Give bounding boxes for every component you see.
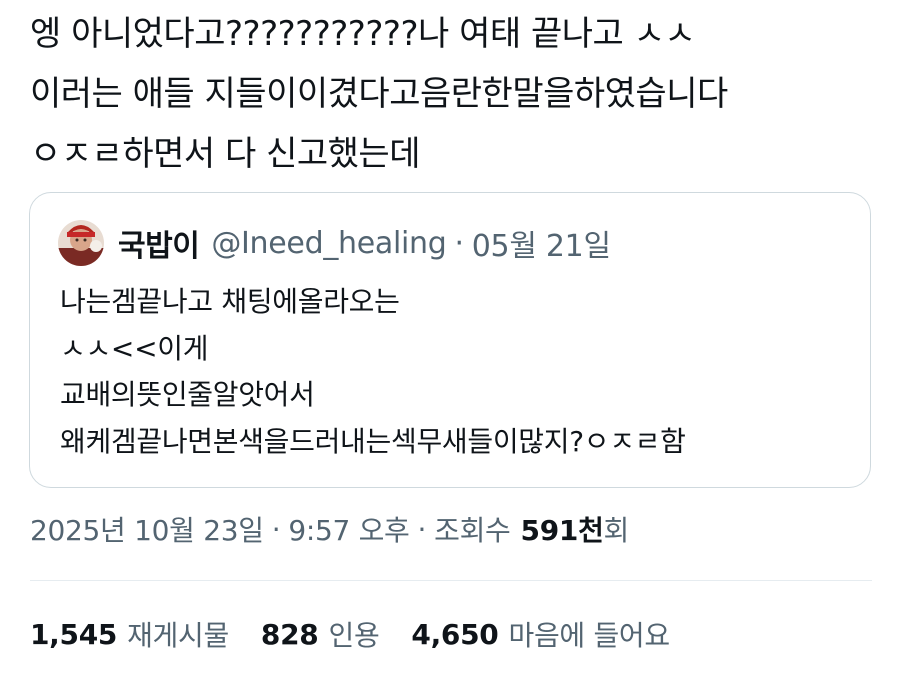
views-label: 조회수 — [434, 514, 511, 547]
avatar[interactable] — [58, 220, 104, 266]
tweet-text: 엥 아니었다고???????????나 여태 끝나고 ㅅㅅ 이러는 애들 지들이… — [30, 4, 880, 184]
divider — [30, 580, 872, 581]
views-count: 591천 — [520, 514, 604, 547]
quoted-tweet-card[interactable]: 국밥이 @Ineed_healing · 05월 21일 나는겜끝나고 채팅에올… — [29, 192, 871, 488]
likes-count: 4,650 — [411, 617, 499, 651]
tweet-text-line: 엥 아니었다고???????????나 여태 끝나고 ㅅㅅ — [30, 14, 696, 54]
quotes-count: 828 — [260, 617, 319, 651]
reposts-count: 1,545 — [30, 617, 118, 651]
quoted-tweet-line: 교배의뜻인줄알앗어서 — [60, 378, 315, 411]
tweet-time[interactable]: 9:57 오후 — [288, 509, 410, 549]
tweet-date[interactable]: 2025년 10월 23일 — [30, 509, 264, 549]
quoted-tweet-line: 나는겜끝나고 채팅에올라오는 — [60, 285, 400, 318]
likes-label: 마음에 들어요 — [508, 619, 670, 652]
reposts-stat[interactable]: 1,545 재게시물 — [30, 614, 229, 654]
tweet-meta: 2025년 10월 23일 · 9:57 오후 · 조회수 591천 회 — [30, 507, 629, 551]
separator-dot: · — [271, 512, 281, 546]
quotes-label: 인용 — [328, 619, 380, 652]
tweet-text-line: 이러는 애들 지들이이겼다고음란한말을하였습니다 — [30, 74, 728, 114]
quoted-tweet-line: ㅅㅅ<<이게 — [60, 331, 209, 365]
views-suffix: 회 — [603, 514, 630, 547]
quoted-tweet-date[interactable]: 05월 21일 — [472, 221, 611, 265]
profile-avatar-icon — [58, 220, 104, 266]
reposts-label: 재게시물 — [127, 619, 229, 652]
quoted-tweet-line: 왜케겜끝나면본색을드러내는섹무새들이많지?ㅇㅈㄹ함 — [60, 424, 686, 458]
quoted-tweet-text: 나는겜끝나고 채팅에올라오는 ㅅㅅ<<이게 교배의뜻인줄알앗어서 왜케겜끝나면본… — [60, 279, 860, 465]
quoted-tweet-header: 국밥이 @Ineed_healing · 05월 21일 — [58, 219, 611, 267]
likes-stat[interactable]: 4,650 마음에 들어요 — [411, 614, 670, 654]
quotes-stat[interactable]: 828 인용 — [260, 614, 380, 654]
separator-dot: · — [454, 225, 465, 261]
engagement-stats: 1,545 재게시물 828 인용 4,650 마음에 들어요 — [30, 612, 702, 656]
display-name[interactable]: 국밥이 — [118, 221, 200, 265]
tweet-text-line: ㅇㅈㄹ하면서 다 신고했는데 — [30, 134, 420, 174]
separator-dot: · — [417, 512, 427, 546]
user-handle[interactable]: @Ineed_healing — [211, 226, 447, 261]
